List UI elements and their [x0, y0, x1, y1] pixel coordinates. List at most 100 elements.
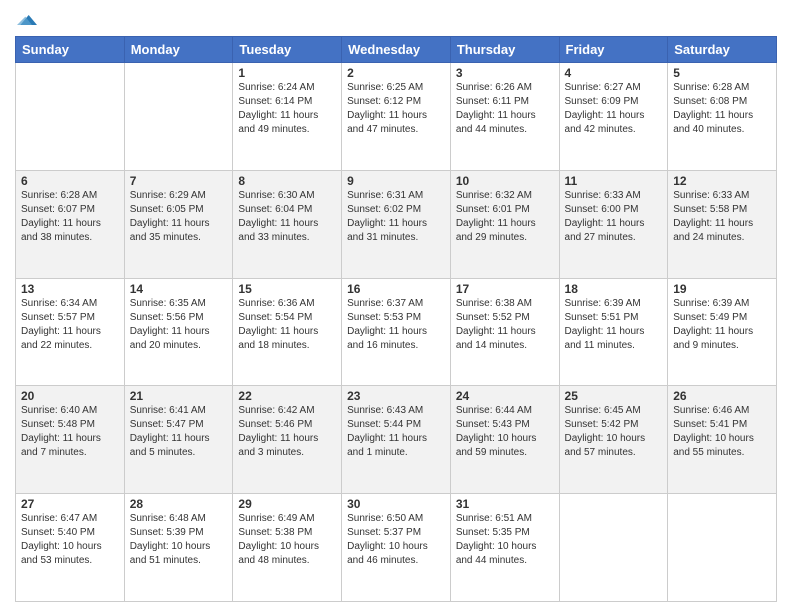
- day-number: 5: [673, 66, 771, 80]
- day-number: 24: [456, 389, 554, 403]
- calendar-day-cell: 13Sunrise: 6:34 AM Sunset: 5:57 PM Dayli…: [16, 278, 125, 386]
- calendar-day-cell: [124, 63, 233, 171]
- day-info: Sunrise: 6:50 AM Sunset: 5:37 PM Dayligh…: [347, 512, 445, 568]
- day-info: Sunrise: 6:36 AM Sunset: 5:54 PM Dayligh…: [238, 297, 336, 353]
- day-number: 31: [456, 497, 554, 511]
- calendar-day-cell: 28Sunrise: 6:48 AM Sunset: 5:39 PM Dayli…: [124, 494, 233, 602]
- calendar-week-row: 6Sunrise: 6:28 AM Sunset: 6:07 PM Daylig…: [16, 170, 777, 278]
- day-number: 7: [130, 174, 228, 188]
- day-number: 1: [238, 66, 336, 80]
- calendar-day-cell: [559, 494, 668, 602]
- logo-text: [15, 10, 37, 30]
- day-info: Sunrise: 6:33 AM Sunset: 6:00 PM Dayligh…: [565, 189, 663, 245]
- calendar-day-cell: 23Sunrise: 6:43 AM Sunset: 5:44 PM Dayli…: [342, 386, 451, 494]
- day-number: 20: [21, 389, 119, 403]
- day-info: Sunrise: 6:25 AM Sunset: 6:12 PM Dayligh…: [347, 81, 445, 137]
- calendar-day-cell: [668, 494, 777, 602]
- calendar-day-cell: 5Sunrise: 6:28 AM Sunset: 6:08 PM Daylig…: [668, 63, 777, 171]
- header: [15, 10, 777, 30]
- day-info: Sunrise: 6:39 AM Sunset: 5:51 PM Dayligh…: [565, 297, 663, 353]
- calendar-day-cell: 30Sunrise: 6:50 AM Sunset: 5:37 PM Dayli…: [342, 494, 451, 602]
- day-number: 21: [130, 389, 228, 403]
- day-number: 6: [21, 174, 119, 188]
- day-number: 28: [130, 497, 228, 511]
- day-number: 19: [673, 282, 771, 296]
- day-number: 8: [238, 174, 336, 188]
- calendar-day-cell: 15Sunrise: 6:36 AM Sunset: 5:54 PM Dayli…: [233, 278, 342, 386]
- weekday-header: Tuesday: [233, 37, 342, 63]
- calendar-day-cell: 27Sunrise: 6:47 AM Sunset: 5:40 PM Dayli…: [16, 494, 125, 602]
- day-info: Sunrise: 6:48 AM Sunset: 5:39 PM Dayligh…: [130, 512, 228, 568]
- day-info: Sunrise: 6:38 AM Sunset: 5:52 PM Dayligh…: [456, 297, 554, 353]
- calendar-day-cell: 24Sunrise: 6:44 AM Sunset: 5:43 PM Dayli…: [450, 386, 559, 494]
- day-info: Sunrise: 6:51 AM Sunset: 5:35 PM Dayligh…: [456, 512, 554, 568]
- day-info: Sunrise: 6:45 AM Sunset: 5:42 PM Dayligh…: [565, 404, 663, 460]
- day-number: 13: [21, 282, 119, 296]
- day-info: Sunrise: 6:34 AM Sunset: 5:57 PM Dayligh…: [21, 297, 119, 353]
- day-info: Sunrise: 6:32 AM Sunset: 6:01 PM Dayligh…: [456, 189, 554, 245]
- day-number: 16: [347, 282, 445, 296]
- day-number: 29: [238, 497, 336, 511]
- day-number: 12: [673, 174, 771, 188]
- day-info: Sunrise: 6:24 AM Sunset: 6:14 PM Dayligh…: [238, 81, 336, 137]
- calendar-day-cell: 29Sunrise: 6:49 AM Sunset: 5:38 PM Dayli…: [233, 494, 342, 602]
- calendar-day-cell: 10Sunrise: 6:32 AM Sunset: 6:01 PM Dayli…: [450, 170, 559, 278]
- day-number: 22: [238, 389, 336, 403]
- calendar-day-cell: 19Sunrise: 6:39 AM Sunset: 5:49 PM Dayli…: [668, 278, 777, 386]
- weekday-header: Monday: [124, 37, 233, 63]
- day-info: Sunrise: 6:28 AM Sunset: 6:07 PM Dayligh…: [21, 189, 119, 245]
- calendar-day-cell: 31Sunrise: 6:51 AM Sunset: 5:35 PM Dayli…: [450, 494, 559, 602]
- day-info: Sunrise: 6:31 AM Sunset: 6:02 PM Dayligh…: [347, 189, 445, 245]
- calendar-day-cell: 16Sunrise: 6:37 AM Sunset: 5:53 PM Dayli…: [342, 278, 451, 386]
- day-info: Sunrise: 6:35 AM Sunset: 5:56 PM Dayligh…: [130, 297, 228, 353]
- day-info: Sunrise: 6:47 AM Sunset: 5:40 PM Dayligh…: [21, 512, 119, 568]
- weekday-header: Saturday: [668, 37, 777, 63]
- day-info: Sunrise: 6:28 AM Sunset: 6:08 PM Dayligh…: [673, 81, 771, 137]
- logo: [15, 10, 37, 30]
- calendar-day-cell: 17Sunrise: 6:38 AM Sunset: 5:52 PM Dayli…: [450, 278, 559, 386]
- day-info: Sunrise: 6:27 AM Sunset: 6:09 PM Dayligh…: [565, 81, 663, 137]
- day-number: 25: [565, 389, 663, 403]
- day-info: Sunrise: 6:30 AM Sunset: 6:04 PM Dayligh…: [238, 189, 336, 245]
- calendar-day-cell: 1Sunrise: 6:24 AM Sunset: 6:14 PM Daylig…: [233, 63, 342, 171]
- calendar-day-cell: [16, 63, 125, 171]
- day-info: Sunrise: 6:49 AM Sunset: 5:38 PM Dayligh…: [238, 512, 336, 568]
- calendar-table: SundayMondayTuesdayWednesdayThursdayFrid…: [15, 36, 777, 602]
- weekday-header: Thursday: [450, 37, 559, 63]
- day-info: Sunrise: 6:39 AM Sunset: 5:49 PM Dayligh…: [673, 297, 771, 353]
- calendar-header-row: SundayMondayTuesdayWednesdayThursdayFrid…: [16, 37, 777, 63]
- weekday-header: Wednesday: [342, 37, 451, 63]
- day-number: 3: [456, 66, 554, 80]
- day-number: 14: [130, 282, 228, 296]
- day-number: 10: [456, 174, 554, 188]
- calendar-day-cell: 8Sunrise: 6:30 AM Sunset: 6:04 PM Daylig…: [233, 170, 342, 278]
- day-number: 26: [673, 389, 771, 403]
- day-number: 30: [347, 497, 445, 511]
- calendar-day-cell: 21Sunrise: 6:41 AM Sunset: 5:47 PM Dayli…: [124, 386, 233, 494]
- calendar-day-cell: 25Sunrise: 6:45 AM Sunset: 5:42 PM Dayli…: [559, 386, 668, 494]
- logo-icon: [17, 10, 37, 30]
- calendar-day-cell: 14Sunrise: 6:35 AM Sunset: 5:56 PM Dayli…: [124, 278, 233, 386]
- calendar-day-cell: 18Sunrise: 6:39 AM Sunset: 5:51 PM Dayli…: [559, 278, 668, 386]
- calendar-day-cell: 20Sunrise: 6:40 AM Sunset: 5:48 PM Dayli…: [16, 386, 125, 494]
- day-info: Sunrise: 6:37 AM Sunset: 5:53 PM Dayligh…: [347, 297, 445, 353]
- day-number: 27: [21, 497, 119, 511]
- calendar-day-cell: 9Sunrise: 6:31 AM Sunset: 6:02 PM Daylig…: [342, 170, 451, 278]
- day-number: 17: [456, 282, 554, 296]
- day-info: Sunrise: 6:41 AM Sunset: 5:47 PM Dayligh…: [130, 404, 228, 460]
- calendar-day-cell: 11Sunrise: 6:33 AM Sunset: 6:00 PM Dayli…: [559, 170, 668, 278]
- day-number: 4: [565, 66, 663, 80]
- day-number: 18: [565, 282, 663, 296]
- day-info: Sunrise: 6:40 AM Sunset: 5:48 PM Dayligh…: [21, 404, 119, 460]
- day-info: Sunrise: 6:43 AM Sunset: 5:44 PM Dayligh…: [347, 404, 445, 460]
- day-info: Sunrise: 6:26 AM Sunset: 6:11 PM Dayligh…: [456, 81, 554, 137]
- calendar-day-cell: 22Sunrise: 6:42 AM Sunset: 5:46 PM Dayli…: [233, 386, 342, 494]
- day-number: 23: [347, 389, 445, 403]
- day-info: Sunrise: 6:29 AM Sunset: 6:05 PM Dayligh…: [130, 189, 228, 245]
- weekday-header: Friday: [559, 37, 668, 63]
- calendar-week-row: 27Sunrise: 6:47 AM Sunset: 5:40 PM Dayli…: [16, 494, 777, 602]
- day-number: 9: [347, 174, 445, 188]
- calendar-day-cell: 12Sunrise: 6:33 AM Sunset: 5:58 PM Dayli…: [668, 170, 777, 278]
- calendar-day-cell: 7Sunrise: 6:29 AM Sunset: 6:05 PM Daylig…: [124, 170, 233, 278]
- calendar-week-row: 20Sunrise: 6:40 AM Sunset: 5:48 PM Dayli…: [16, 386, 777, 494]
